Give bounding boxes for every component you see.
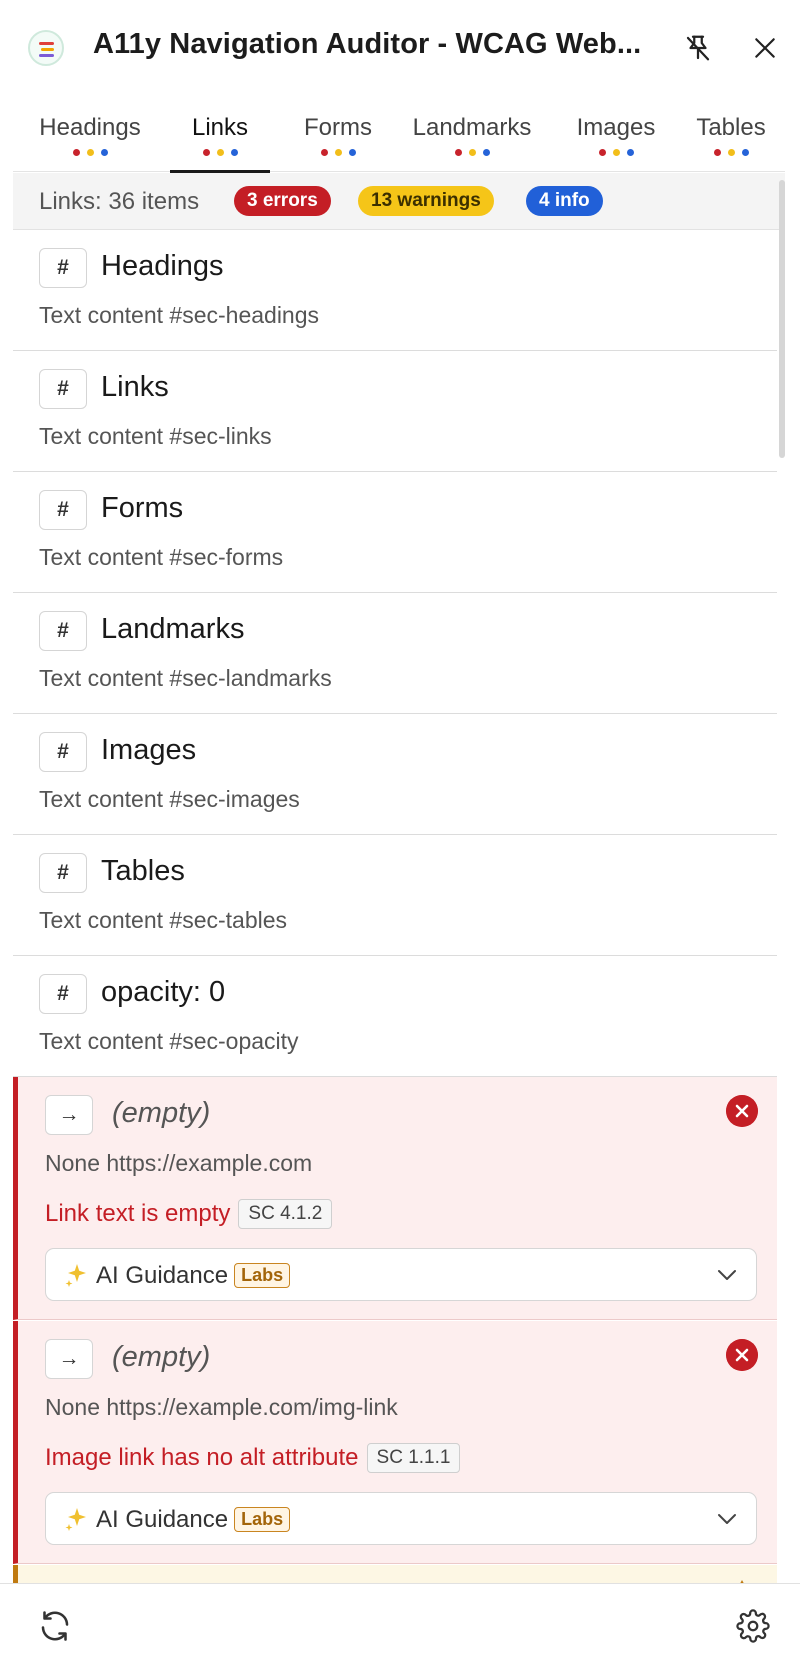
tab-label: Tables <box>696 114 766 141</box>
success-criterion-badge: SC 1.1.1 <box>366 1443 461 1473</box>
hash-icon: # <box>39 369 87 409</box>
error-count-badge[interactable]: 3 errors <box>234 186 331 216</box>
refresh-button[interactable] <box>35 1606 75 1646</box>
tab-status-dots <box>402 149 542 156</box>
tab-status-dots <box>566 149 666 156</box>
ai-guidance-label: AI Guidance Labs <box>96 1262 291 1290</box>
panel-header: A11y Navigation Auditor - WCAG Web... <box>0 0 800 95</box>
item-title: (empty) <box>112 1097 211 1129</box>
arrow-right-icon: → <box>45 1339 93 1379</box>
results-summary: Links: 36 items 3 errors 13 warnings 4 i… <box>13 173 785 230</box>
list-item[interactable]: # Tables Text content #sec-tables <box>13 835 777 956</box>
error-circle-icon <box>726 1095 758 1127</box>
item-meta: None https://example.com <box>45 1150 313 1176</box>
tab-links[interactable]: Links <box>170 100 270 173</box>
item-title: Tables <box>101 855 185 887</box>
list-item[interactable]: # Landmarks Text content #sec-landmarks <box>13 593 777 714</box>
panel-footer <box>0 1583 800 1670</box>
unpin-icon <box>686 35 710 61</box>
item-title: Headings <box>101 250 224 282</box>
ai-guidance-text: AI Guidance <box>96 1506 229 1533</box>
close-icon <box>755 38 775 58</box>
ai-guidance-toggle[interactable]: AI Guidance Labs <box>45 1492 757 1545</box>
unpin-button[interactable] <box>678 28 718 68</box>
tab-status-dots <box>170 149 270 156</box>
hash-icon: # <box>39 732 87 772</box>
item-meta: Text content #sec-tables <box>39 907 288 933</box>
tab-tables[interactable]: Tables <box>686 100 776 172</box>
tab-label: Images <box>576 114 656 141</box>
hash-icon: # <box>39 974 87 1014</box>
gear-icon <box>736 1609 770 1643</box>
sparkles-icon <box>65 1264 86 1287</box>
issue-message-text: Image link has no alt attribute <box>45 1444 359 1471</box>
labs-badge: Labs <box>234 1507 291 1532</box>
tab-label: Headings <box>39 114 141 141</box>
settings-button[interactable] <box>733 1606 773 1646</box>
item-title: Landmarks <box>101 613 245 645</box>
list-item[interactable]: # opacity: 0 Text content #sec-opacity <box>13 956 777 1077</box>
scrollbar-thumb[interactable] <box>779 180 785 458</box>
link-list: # Headings Text content #sec-headings # … <box>13 230 777 1583</box>
list-item[interactable]: # Links Text content #sec-links <box>13 351 777 472</box>
sparkles-icon <box>65 1508 86 1531</box>
hash-icon: # <box>39 611 87 651</box>
labs-badge: Labs <box>234 1263 291 1288</box>
tab-label: Links <box>191 114 249 141</box>
item-title: Forms <box>101 492 184 524</box>
item-meta: Text content #sec-forms <box>39 544 284 570</box>
tab-forms[interactable]: Forms <box>288 100 388 172</box>
item-meta: Text content #sec-images <box>39 786 300 812</box>
success-criterion-badge: SC 4.1.2 <box>238 1199 333 1229</box>
hash-icon: # <box>39 490 87 530</box>
list-item[interactable]: # Images Text content #sec-images <box>13 714 777 835</box>
issue-item-warning[interactable] <box>13 1565 777 1583</box>
item-meta: Text content #sec-landmarks <box>39 665 332 691</box>
tab-status-dots <box>288 149 388 156</box>
tab-headings[interactable]: Headings <box>33 100 147 172</box>
chevron-down-icon <box>718 1514 736 1524</box>
item-meta: Text content #sec-links <box>39 423 272 449</box>
warning-count-badge[interactable]: 13 warnings <box>358 186 494 216</box>
error-circle-icon <box>726 1339 758 1371</box>
chevron-down-icon <box>718 1270 736 1280</box>
hash-icon: # <box>39 853 87 893</box>
hash-icon: # <box>39 248 87 288</box>
item-meta: Text content #sec-headings <box>39 302 320 328</box>
issue-message-text: Link text is empty <box>45 1200 231 1227</box>
tab-bar: Headings Links Forms Landmarks Images Ta… <box>13 100 785 173</box>
summary-count: Links: 36 items <box>39 188 200 215</box>
list-item[interactable]: # Headings Text content #sec-headings <box>13 230 777 351</box>
tab-status-dots <box>33 149 147 156</box>
tab-label: Forms <box>304 114 372 141</box>
item-title: opacity: 0 <box>101 976 226 1008</box>
ai-guidance-label: AI Guidance Labs <box>96 1506 291 1534</box>
tab-images[interactable]: Images <box>566 100 666 172</box>
panel-title: A11y Navigation Auditor - WCAG Web... <box>93 28 642 60</box>
info-count-badge[interactable]: 4 info <box>526 186 603 216</box>
tab-label: Landmarks <box>412 114 532 141</box>
refresh-icon <box>41 1611 69 1641</box>
arrow-right-icon: → <box>45 1095 93 1135</box>
issue-message: Image link has no alt attribute SC 1.1.1 <box>45 1443 461 1473</box>
list-item[interactable]: # Forms Text content #sec-forms <box>13 472 777 593</box>
issue-message: Link text is empty SC 4.1.2 <box>45 1199 333 1229</box>
issue-item-error[interactable]: → (empty) None https://example.com/img-l… <box>13 1321 777 1564</box>
ai-guidance-text: AI Guidance <box>96 1262 229 1289</box>
item-title: Images <box>101 734 197 766</box>
item-meta: None https://example.com/img-link <box>45 1394 398 1420</box>
tab-status-dots <box>686 149 776 156</box>
ai-guidance-toggle[interactable]: AI Guidance Labs <box>45 1248 757 1301</box>
item-title: (empty) <box>112 1341 211 1373</box>
tab-landmarks[interactable]: Landmarks <box>402 100 542 172</box>
close-button[interactable] <box>745 28 785 68</box>
issue-item-error[interactable]: → (empty) None https://example.com Link … <box>13 1077 777 1320</box>
item-title: Links <box>101 371 169 403</box>
item-meta: Text content #sec-opacity <box>39 1028 299 1054</box>
app-logo-icon <box>28 30 64 66</box>
